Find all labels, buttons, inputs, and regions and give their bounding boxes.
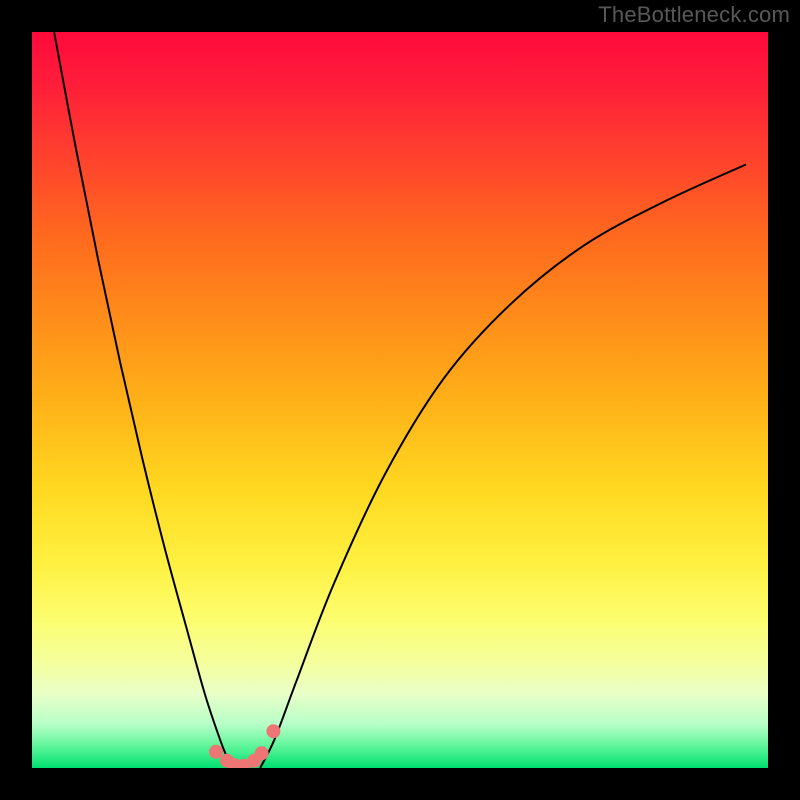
marker-point [266,724,280,738]
marker-point [255,746,269,760]
marker-point [209,745,223,759]
curve-group [54,32,746,768]
watermark-text: TheBottleneck.com [598,2,790,28]
plot-area [32,32,768,768]
series-left-curve [54,32,234,768]
chart-container: TheBottleneck.com [0,0,800,800]
marker-group [209,724,280,768]
series-right-curve [260,164,746,768]
curves-svg [32,32,768,768]
